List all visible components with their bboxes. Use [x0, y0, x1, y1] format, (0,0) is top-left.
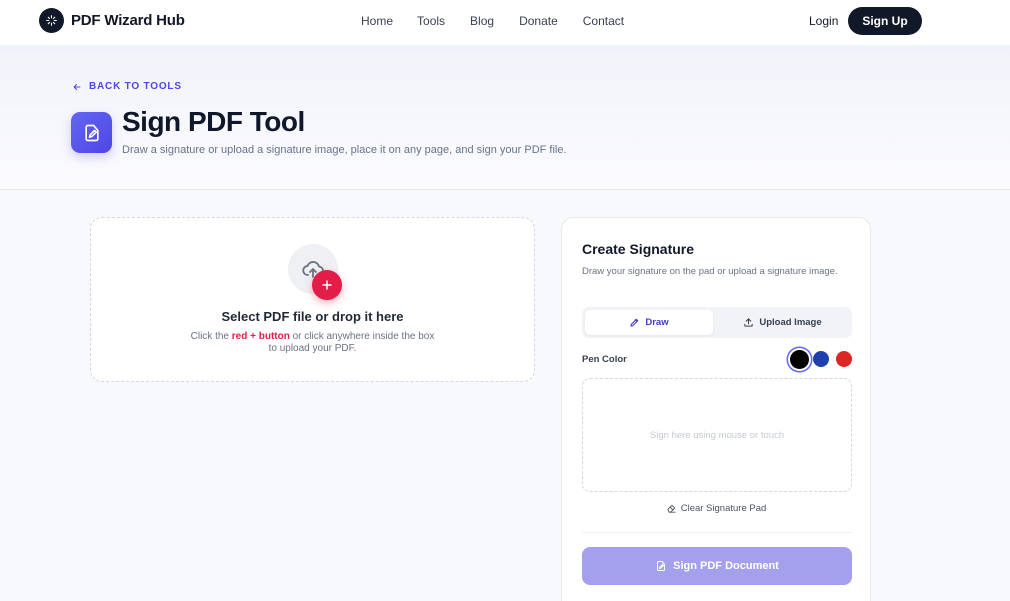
clear-signature-label: Clear Signature Pad — [680, 503, 767, 514]
dropzone-help: Click the red + button or click anywhere… — [91, 331, 534, 355]
main-nav: Home Tools Blog Donate Contact — [361, 14, 624, 28]
signature-panel: Create Signature Draw your signature on … — [561, 217, 871, 601]
pen-color-red[interactable] — [836, 351, 852, 367]
tab-upload-label: Upload Image — [759, 317, 822, 328]
pen-color-blue[interactable] — [813, 351, 829, 367]
panel-divider — [582, 532, 852, 533]
nav-blog[interactable]: Blog — [470, 14, 494, 28]
upload-icon — [744, 318, 754, 327]
help-highlight: red + button — [231, 331, 290, 342]
plus-icon — [322, 280, 332, 290]
tab-draw[interactable]: Draw — [585, 310, 713, 335]
login-link[interactable]: Login — [809, 14, 838, 28]
nav-home[interactable]: Home — [361, 14, 393, 28]
add-file-plus-button[interactable] — [312, 270, 342, 300]
pdf-dropzone[interactable]: Select PDF file or drop it here Click th… — [90, 217, 535, 382]
panel-title: Create Signature — [582, 241, 695, 257]
nav-contact[interactable]: Contact — [583, 14, 624, 28]
eraser-icon — [667, 504, 676, 513]
sign-pdf-label: Sign PDF Document — [673, 560, 779, 572]
page-hero: BACK TO TOOLS Sign PDF Tool Draw a signa… — [0, 46, 1010, 190]
signup-button[interactable]: Sign Up — [848, 7, 922, 35]
dropzone-title: Select PDF file or drop it here — [221, 309, 404, 324]
back-to-tools-link[interactable]: BACK TO TOOLS — [72, 81, 182, 92]
document-sign-icon — [657, 561, 666, 571]
arrow-left-icon — [73, 83, 81, 90]
signature-pad-placeholder: Sign here using mouse or touch — [649, 429, 785, 441]
help-prefix: Click the — [190, 331, 232, 342]
pen-icon — [630, 318, 639, 327]
tab-upload-image[interactable]: Upload Image — [716, 310, 849, 335]
pen-color-black[interactable] — [790, 350, 809, 369]
brand-name: PDF Wizard Hub — [71, 12, 185, 29]
brand[interactable]: PDF Wizard Hub — [39, 8, 185, 33]
nav-tools[interactable]: Tools — [417, 14, 445, 28]
help-suffix: or click anywhere inside the box — [289, 331, 435, 342]
page-title: Sign PDF Tool — [122, 106, 305, 137]
signature-mode-tabs: Draw Upload Image — [582, 307, 852, 338]
clear-signature-button[interactable]: Clear Signature Pad — [562, 503, 870, 514]
page-subtitle: Draw a signature or upload a signature i… — [122, 144, 567, 156]
sparkle-logo-icon — [39, 8, 64, 33]
sign-tool-icon — [71, 112, 112, 153]
pen-color-label: Pen Color — [582, 354, 627, 365]
top-navbar: PDF Wizard Hub Home Tools Blog Donate Co… — [0, 0, 1010, 46]
panel-description: Draw your signature on the pad or upload… — [582, 266, 838, 277]
back-to-tools-label: BACK TO TOOLS — [89, 81, 182, 92]
sign-pdf-button[interactable]: Sign PDF Document — [582, 547, 852, 585]
nav-donate[interactable]: Donate — [519, 14, 558, 28]
tab-draw-label: Draw — [645, 317, 669, 328]
signature-pad[interactable]: Sign here using mouse or touch — [582, 378, 852, 492]
help-line-2: to upload your PDF. — [268, 343, 357, 354]
